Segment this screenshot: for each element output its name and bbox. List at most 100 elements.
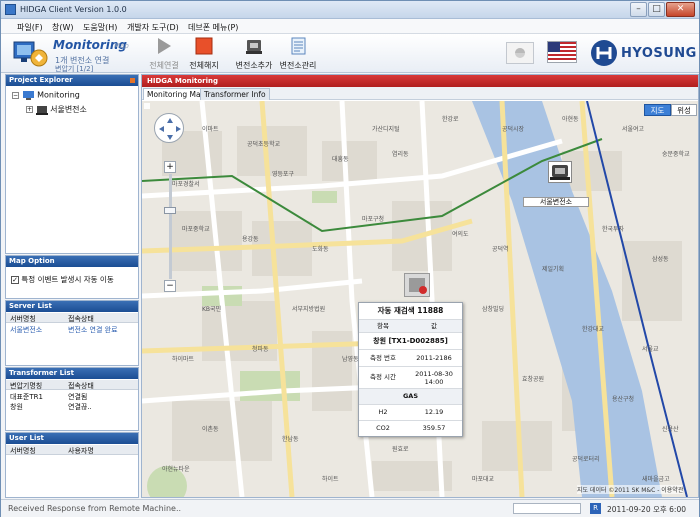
maximize-button[interactable]: □ bbox=[648, 2, 665, 17]
popup-key: 측정 번호 bbox=[370, 354, 396, 362]
map-place-label: 염리동 bbox=[392, 150, 409, 158]
hyosung-emblem bbox=[591, 40, 617, 66]
map-place-label: 하이마트 bbox=[172, 355, 195, 363]
stop-icon bbox=[195, 37, 213, 55]
popup-key: H2 bbox=[378, 408, 388, 416]
server-col-status[interactable]: 접속상태 bbox=[68, 314, 94, 324]
substation-add-icon bbox=[246, 40, 262, 54]
map-type-map-button[interactable]: 지도 bbox=[644, 104, 671, 116]
minimize-button[interactable]: – bbox=[630, 2, 647, 17]
status-bar: Received Response from Remote Machine.. … bbox=[1, 499, 699, 517]
zoom-slider-handle[interactable] bbox=[164, 207, 176, 214]
connect-all-button[interactable]: 전체연결 bbox=[144, 36, 184, 72]
server-col-name[interactable]: 서버명칭 bbox=[10, 314, 36, 324]
user-list-panel: User List 서버명칭 사용자명 bbox=[5, 432, 139, 498]
map-place-label: 숭문중학교 bbox=[662, 150, 690, 158]
map-place-label: 용산구청 bbox=[612, 395, 634, 403]
map-place-label: 이촌동 bbox=[202, 425, 219, 433]
add-substation-button[interactable]: 변전소추가 bbox=[234, 36, 274, 72]
table-row[interactable]: 창원 연결끊.. bbox=[6, 401, 138, 411]
pin-icon[interactable] bbox=[130, 78, 135, 83]
table-row[interactable]: 대표준TR1 연결됨 bbox=[6, 391, 138, 401]
map-place-label: 하이트 bbox=[322, 475, 339, 483]
app-window: HIDGA Client Version 1.0.0 – □ ✕ 파일(F) 창… bbox=[0, 0, 700, 517]
user-col-username[interactable]: 사용자명 bbox=[68, 446, 94, 456]
map-place-label: 삼창빌딩 bbox=[482, 305, 504, 313]
monitor-icon bbox=[22, 91, 34, 100]
map-view[interactable]: 이마트 공덕초등학교 마포경찰서 영등포구 대흥동 가산디지털 염리동 한강로 공덕시장 아현동 서… bbox=[142, 101, 698, 497]
tree-item-monitoring[interactable]: − Monitoring bbox=[12, 90, 80, 100]
zoom-out-button[interactable]: − bbox=[164, 280, 176, 292]
transformer-list-panel: Transformer List 변압기명칭 접속상태 대표준TR1 연결됨 창… bbox=[5, 367, 139, 431]
tab-transformer-info[interactable]: Transformer Info bbox=[200, 88, 270, 100]
map-place-label: 아현동 bbox=[562, 115, 579, 123]
transformer-info-popup: 자동 재검색 11888 항목 값 창원 [TX1-D002885] 측정 번호… bbox=[358, 302, 463, 437]
manage-substation-button[interactable]: 변전소관리 bbox=[278, 36, 318, 72]
auto-move-checkbox[interactable]: ✓ bbox=[11, 276, 19, 284]
map-place-label: 마포경찰서 bbox=[172, 180, 200, 188]
auto-move-option[interactable]: ✓ 특정 이벤트 발생시 자동 이동 bbox=[11, 274, 114, 285]
zoom-in-button[interactable]: + bbox=[164, 161, 176, 173]
popup-station: 창원 [TX1-D002885] bbox=[359, 333, 462, 350]
map-place-label: 공덕초등학교 bbox=[247, 140, 281, 148]
play-icon bbox=[158, 38, 171, 54]
popup-header-value: 값 bbox=[431, 322, 437, 330]
popup-value: 2011-08-30 14:00 bbox=[415, 370, 453, 386]
transformer-name-cell: 창원 bbox=[10, 403, 23, 411]
map-place-label: 청파동 bbox=[252, 345, 269, 353]
map-option-panel: Map Option ✓ 특정 이벤트 발생시 자동 이동 bbox=[5, 255, 139, 299]
close-button[interactable]: ✕ bbox=[666, 2, 695, 17]
map-type-satellite-button[interactable]: 위성 bbox=[671, 104, 697, 116]
server-table-header: 서버명칭 접속상태 bbox=[6, 313, 138, 323]
map-place-label: 서부지방법원 bbox=[292, 305, 325, 313]
project-explorer-title: Project Explorer bbox=[9, 76, 73, 84]
add-substation-label: 변전소추가 bbox=[235, 61, 273, 70]
map-place-label: 여의도 bbox=[452, 230, 469, 238]
map-option-header: Map Option bbox=[6, 256, 138, 267]
menu-file[interactable]: 파일(F) bbox=[17, 22, 43, 33]
korea-flag-icon bbox=[515, 48, 525, 58]
popup-value: 2011-2186 bbox=[416, 354, 452, 362]
map-place-label: 제일기획 bbox=[542, 265, 564, 273]
transformer-list-header: Transformer List bbox=[6, 368, 138, 379]
map-place-label: 한국투자 bbox=[602, 225, 625, 233]
zoom-slider-track[interactable] bbox=[169, 174, 172, 279]
tree-item-seoul-substation[interactable]: + 서울변전소 bbox=[26, 104, 87, 115]
english-language-button[interactable] bbox=[547, 41, 577, 63]
map-place-label: 신용산 bbox=[662, 425, 679, 433]
auto-move-label: 특정 이벤트 발생시 자동 이동 bbox=[21, 275, 114, 284]
map-place-label: 원효로 bbox=[392, 445, 409, 453]
transformer-col-status[interactable]: 접속상태 bbox=[68, 381, 94, 391]
map-place-label: 서울교 bbox=[642, 345, 659, 353]
window-title: HIDGA Client Version 1.0.0 bbox=[20, 5, 127, 14]
map-place-label: 삼성동 bbox=[652, 255, 669, 263]
map-place-label: 남영동 bbox=[342, 355, 359, 363]
menu-devphone[interactable]: 데브폰 메뉴(P) bbox=[188, 22, 238, 33]
pan-control[interactable] bbox=[154, 113, 184, 143]
disconnect-all-button[interactable]: 전체해지 bbox=[184, 36, 224, 72]
table-row[interactable]: 서울변전소 변전소 연결 완료 bbox=[6, 324, 138, 334]
map-place-label: 마포중학교 bbox=[182, 225, 210, 233]
user-table: 서버명칭 사용자명 bbox=[6, 445, 138, 485]
server-list-panel: Server List 서버명칭 접속상태 서울변전소 변전소 연결 완료 bbox=[5, 300, 139, 366]
substation-label: 서울변전소 bbox=[523, 197, 589, 207]
menu-help[interactable]: 도움말(H) bbox=[83, 22, 117, 33]
map-copyright: 지도 데이터 ©2011 SK M&C - 이용약관 bbox=[577, 485, 684, 494]
popup-header-key: 항목 bbox=[377, 322, 389, 330]
popup-key: CO2 bbox=[376, 424, 390, 432]
project-explorer-header: Project Explorer bbox=[6, 75, 138, 86]
user-col-server[interactable]: 서버명칭 bbox=[10, 446, 36, 456]
transformer-marker[interactable] bbox=[404, 273, 430, 297]
transformer-col-name[interactable]: 변압기명칭 bbox=[10, 381, 42, 391]
status-message: Received Response from Remote Machine.. bbox=[8, 504, 182, 513]
substation-manage-icon bbox=[291, 37, 306, 55]
user-list-header: User List bbox=[6, 433, 138, 444]
transformer-icon bbox=[409, 278, 427, 294]
map-canvas[interactable]: 이마트공덕초등학교마포경찰서 영등포구 대흥동 가산디지털염리동 한강로공덕시장 아현동서… bbox=[142, 101, 698, 497]
popup-row: CO2 359.57 bbox=[359, 421, 462, 437]
map-place-label: 한강로 bbox=[442, 115, 459, 123]
substation-marker[interactable] bbox=[548, 161, 572, 183]
menu-window[interactable]: 창(W) bbox=[52, 22, 74, 33]
menu-dev-tools[interactable]: 개발자 도구(D) bbox=[127, 22, 179, 33]
korean-language-button[interactable] bbox=[506, 42, 534, 64]
